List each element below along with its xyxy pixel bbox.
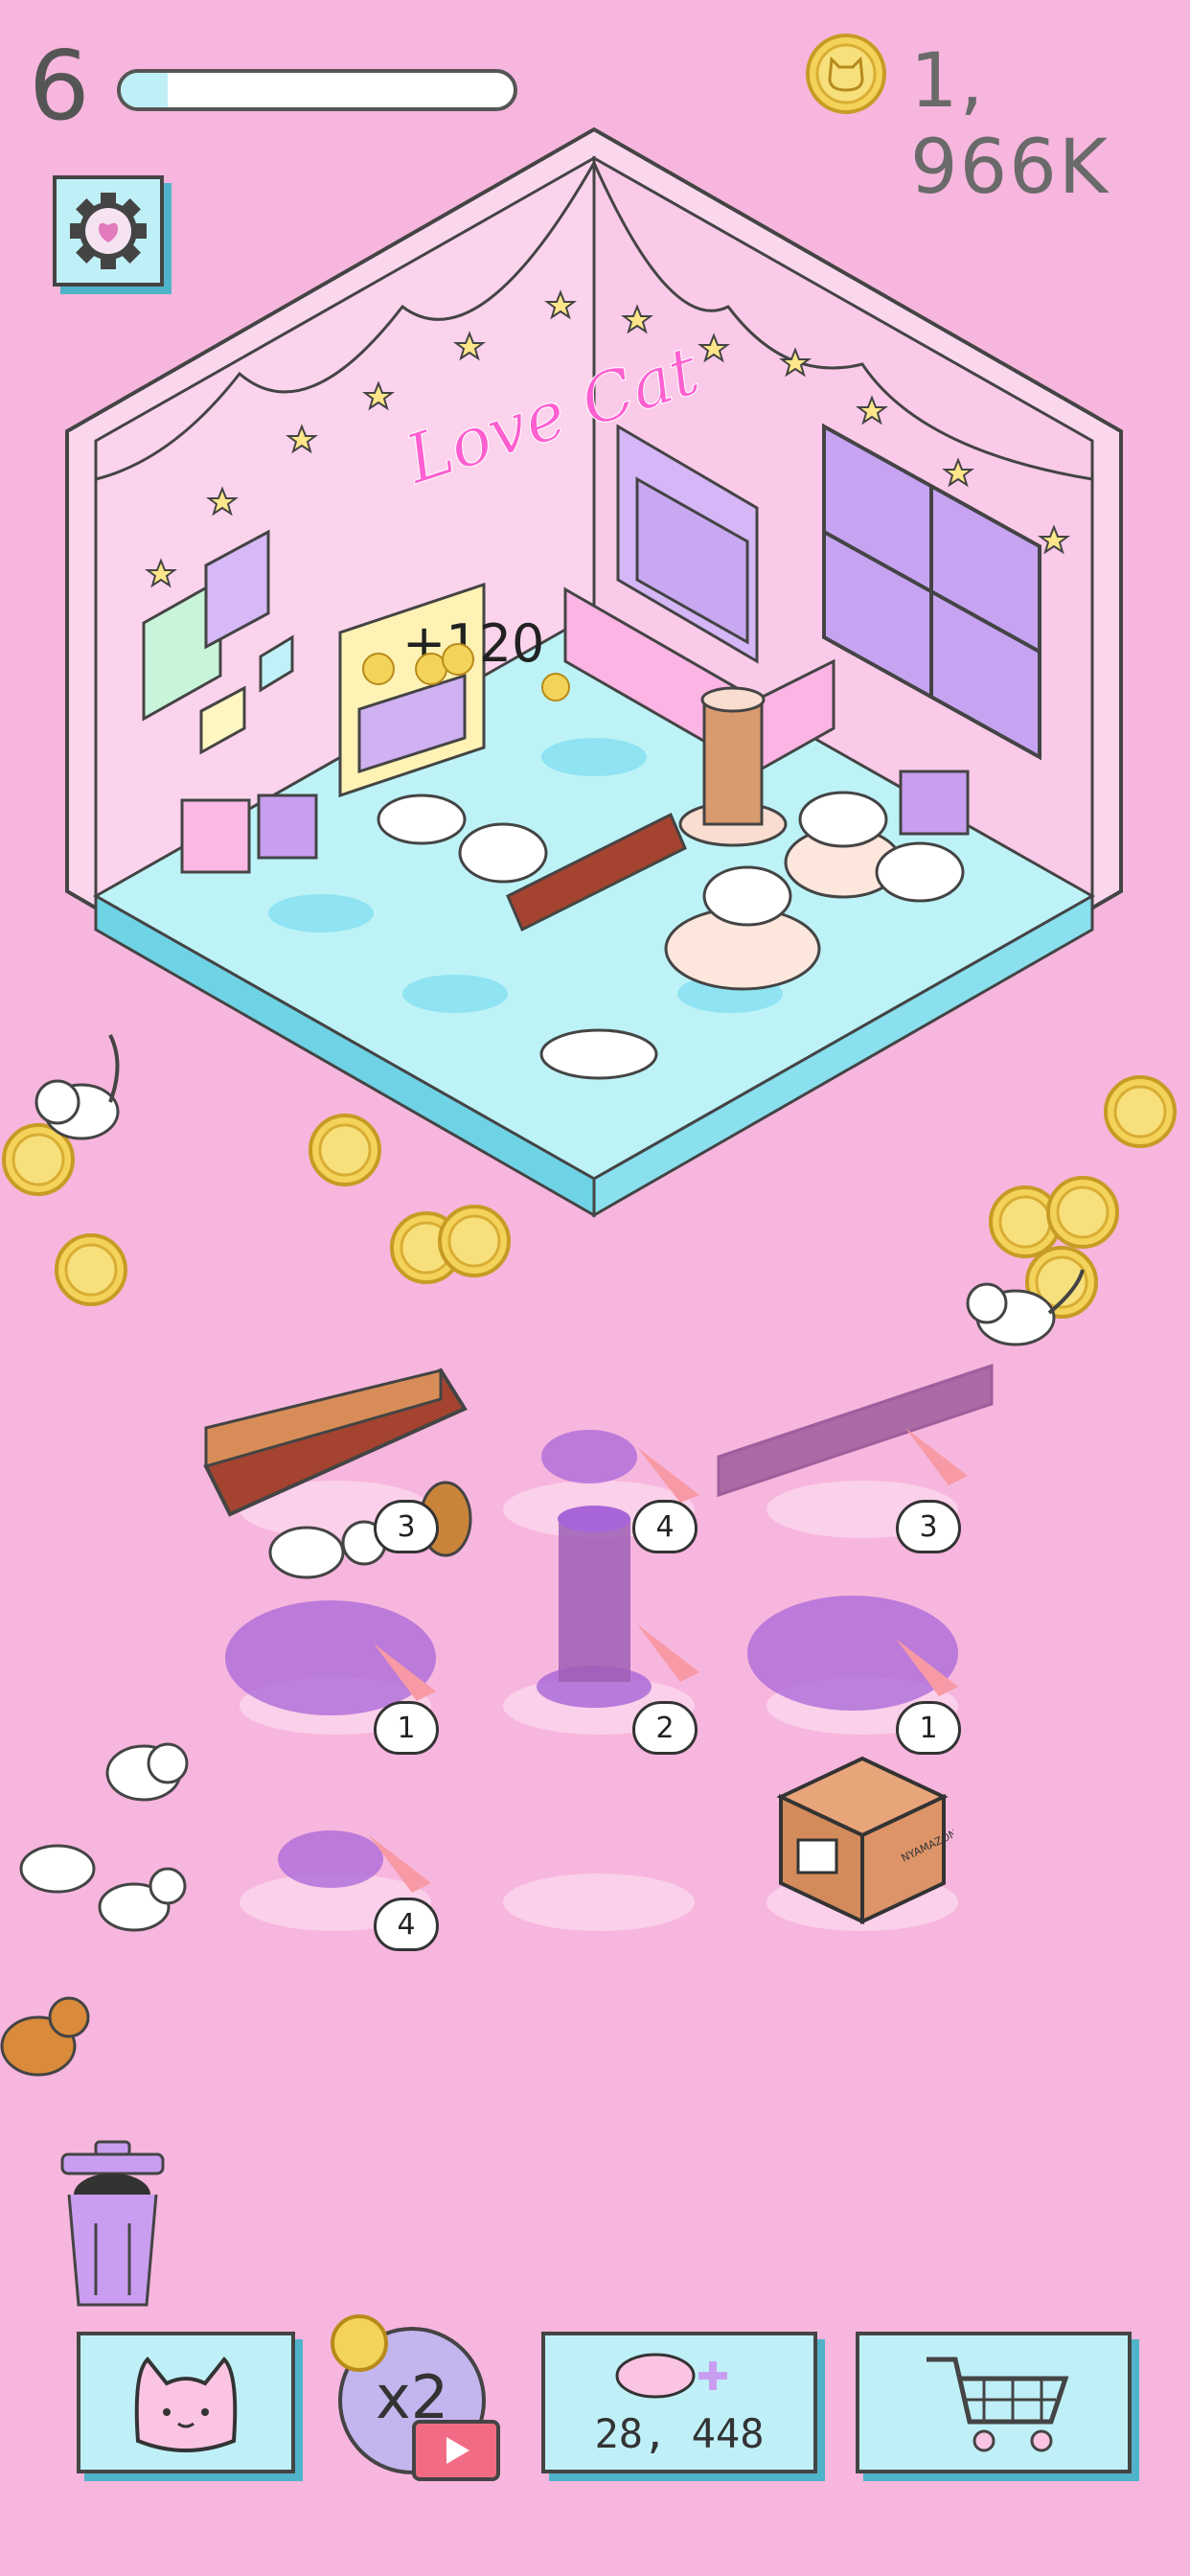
- item-level-badge: 3: [896, 1500, 961, 1553]
- cat-face-icon: [134, 2357, 238, 2452]
- cat-group[interactable]: [10, 1715, 201, 1965]
- cat-bed-icon: [615, 2353, 727, 2399]
- coin-icon[interactable]: [1044, 1174, 1121, 1251]
- cat-room: Love Cat +120: [65, 126, 1123, 1218]
- locked-item[interactable]: [714, 1351, 1001, 1524]
- coin-icon[interactable]: [53, 1231, 129, 1308]
- coin-icon[interactable]: [1102, 1073, 1179, 1150]
- coin-icon[interactable]: [436, 1203, 513, 1279]
- shop-button[interactable]: [856, 2332, 1132, 2473]
- cats-collection-button[interactable]: [77, 2332, 295, 2473]
- coin-icon[interactable]: [307, 1112, 383, 1188]
- wandering-cat[interactable]: [19, 1025, 134, 1169]
- xp-progress-bar: [117, 69, 517, 111]
- buy-price: 28, 448: [594, 2410, 765, 2457]
- trash-can-icon[interactable]: [57, 2137, 168, 2310]
- grid-slot-empty[interactable]: [503, 1874, 695, 1931]
- cart-icon: [927, 2357, 1069, 2452]
- item-level-badge: 1: [896, 1701, 961, 1755]
- orange-cat[interactable]: [0, 1989, 96, 2094]
- item-level-badge: 3: [374, 1500, 439, 1553]
- locked-item[interactable]: [532, 1490, 723, 1720]
- mystery-box[interactable]: NYAMAZON: [771, 1749, 953, 1926]
- item-level-badge: 1: [374, 1701, 439, 1755]
- double-coins-button[interactable]: x2: [331, 2314, 500, 2481]
- coin-icon: [806, 34, 886, 114]
- item-level-badge: 4: [374, 1898, 439, 1951]
- xp-progress-fill: [121, 73, 169, 107]
- buy-item-button[interactable]: 28, 448: [541, 2332, 817, 2473]
- item-level-badge: 2: [632, 1701, 698, 1755]
- video-ad-icon: [412, 2420, 500, 2481]
